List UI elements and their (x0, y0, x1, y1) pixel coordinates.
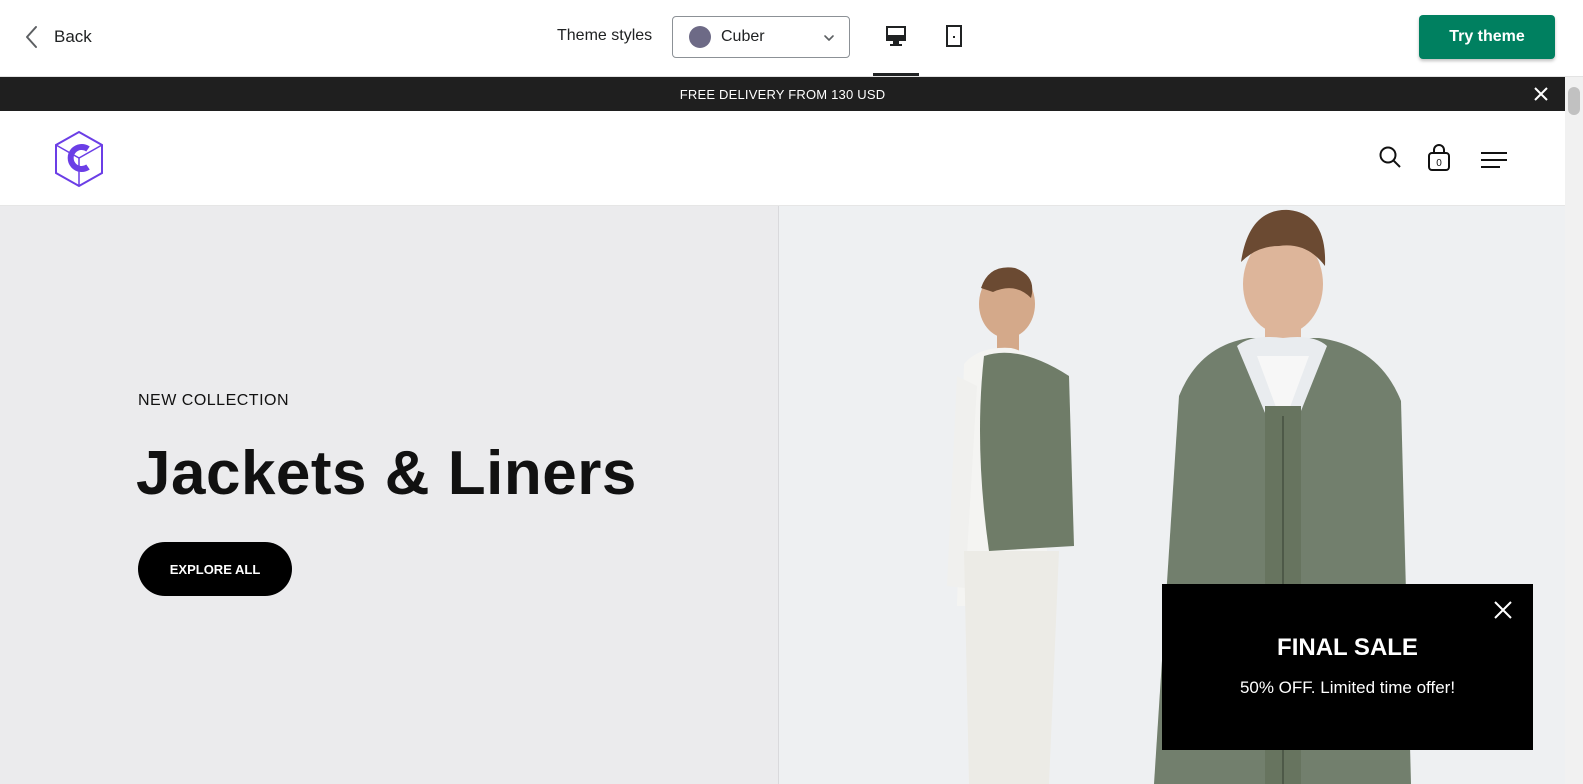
close-icon[interactable] (1493, 600, 1513, 625)
theme-select-value: Cuber (721, 28, 765, 45)
mobile-icon (945, 24, 963, 53)
theme-color-swatch (689, 26, 711, 48)
sale-popup: FINAL SALE 50% OFF. Limited time offer! (1162, 584, 1533, 750)
chevron-down-icon (823, 31, 835, 49)
chevron-left-icon (24, 25, 38, 49)
theme-style-select[interactable]: Cuber (672, 16, 850, 58)
close-icon[interactable] (1533, 86, 1549, 102)
page-scrollbar[interactable] (1565, 77, 1583, 784)
hero-headline: Jackets & Liners (136, 439, 637, 508)
hero-text-panel: NEW COLLECTION Jackets & Liners EXPLORE … (0, 206, 779, 784)
model-side-figure (947, 267, 1074, 784)
announcement-text: FREE DELIVERY FROM 130 USD (679, 86, 886, 102)
explore-all-button[interactable]: EXPLORE ALL (138, 542, 292, 596)
cart-count: 0 (1436, 158, 1442, 169)
hamburger-menu-icon[interactable] (1480, 151, 1508, 174)
scrollbar-thumb[interactable] (1568, 87, 1580, 115)
search-icon[interactable] (1378, 145, 1402, 174)
popup-text: 50% OFF. Limited time offer! (1239, 678, 1456, 697)
theme-preview-bar: Back Theme styles Cuber Try theme (0, 0, 1583, 77)
hero-subtitle: NEW COLLECTION (138, 392, 290, 409)
back-button[interactable]: Back (24, 22, 92, 52)
theme-styles-label: Theme styles (557, 27, 653, 44)
desktop-view-button[interactable] (873, 16, 919, 76)
popup-title: FINAL SALE (1277, 634, 1418, 661)
back-label: Back (54, 27, 92, 46)
try-theme-button[interactable]: Try theme (1419, 15, 1555, 59)
cart-icon[interactable]: 0 (1426, 144, 1452, 177)
announcement-bar: FREE DELIVERY FROM 130 USD (0, 77, 1565, 111)
store-header: 0 (0, 111, 1565, 206)
active-view-indicator (873, 73, 919, 76)
desktop-icon (884, 25, 908, 52)
mobile-view-button[interactable] (931, 16, 977, 60)
cuber-logo[interactable] (53, 130, 105, 188)
